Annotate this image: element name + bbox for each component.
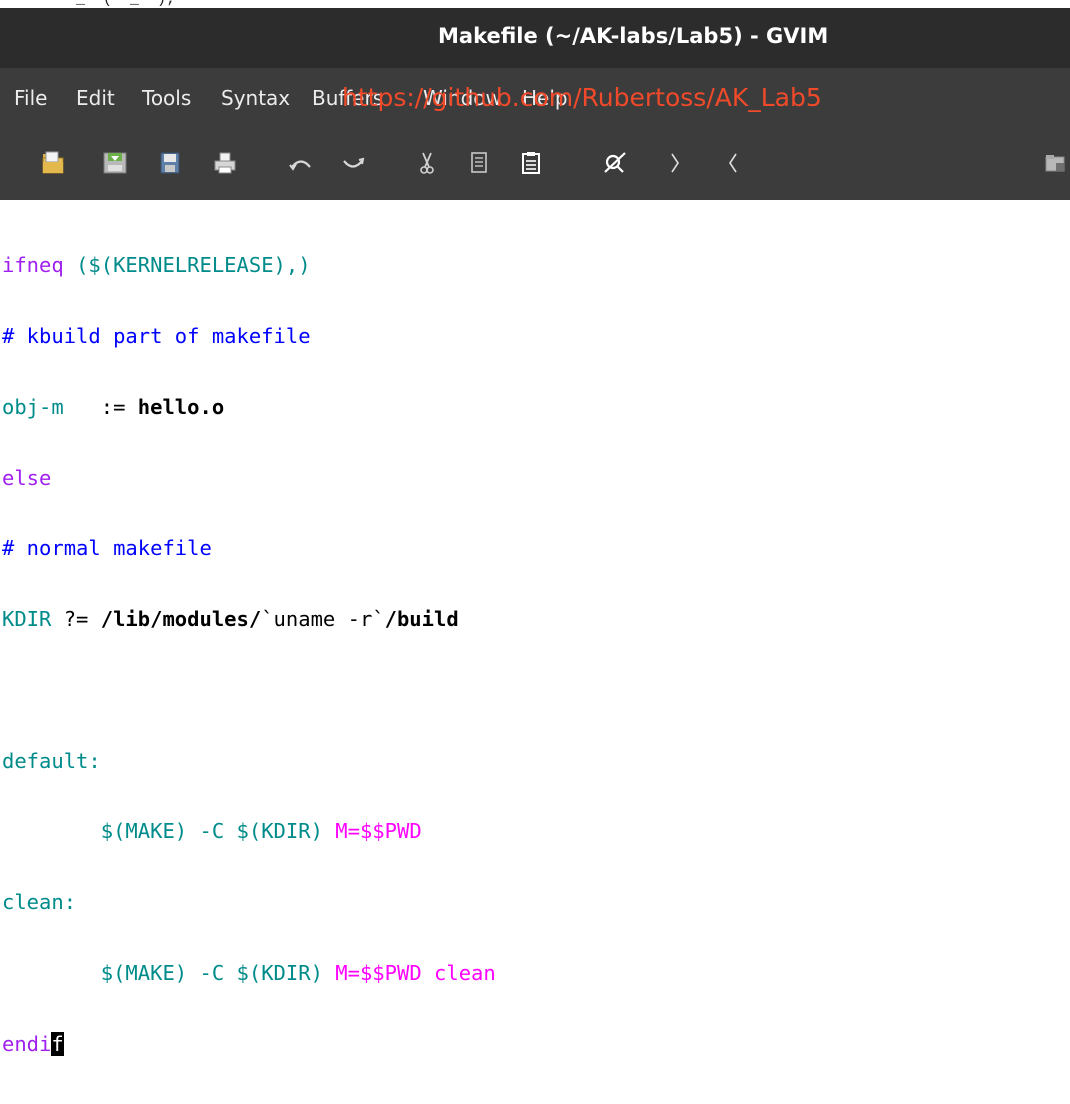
menu-help[interactable]: Help: [522, 86, 568, 110]
keyword-else: else: [2, 465, 52, 490]
target: default:: [2, 748, 101, 773]
code-line: $(MAKE) -C $(KDIR) M=$$PWD: [100, 819, 422, 844]
undo-icon: [288, 150, 314, 176]
paste-icon: [518, 150, 544, 176]
menu-tools[interactable]: Tools: [142, 86, 191, 110]
comment: # kbuild part of makefile: [2, 323, 311, 348]
print-button[interactable]: [210, 146, 240, 180]
open-icon: [40, 150, 66, 176]
menu-edit[interactable]: Edit: [76, 86, 115, 110]
save-all-icon: [157, 150, 183, 176]
open-button[interactable]: [38, 146, 68, 180]
redo-button[interactable]: [338, 146, 368, 180]
cut-button[interactable]: [412, 146, 442, 180]
special: M=$$PWD: [322, 819, 422, 844]
code-line: else: [2, 465, 496, 491]
value: /lib/modules/: [100, 607, 262, 632]
copy-button[interactable]: [464, 146, 494, 180]
toolbar: [0, 128, 1070, 200]
variable-ref: $(KDIR): [236, 961, 323, 985]
copy-icon: [466, 150, 492, 176]
identifier: KDIR: [2, 607, 52, 632]
paste-button[interactable]: [516, 146, 546, 180]
partial-top-text: _ ( _ );: [0, 0, 1070, 8]
window-title: Makefile (~/AK-labs/Lab5) - GVIM: [438, 24, 829, 48]
editor-buffer[interactable]: ifneq ($(KERNELRELEASE),) # kbuild part …: [0, 200, 1070, 1056]
save-button[interactable]: [100, 146, 130, 180]
code-line: # kbuild part of makefile: [2, 323, 496, 349]
save-icon: [102, 150, 128, 176]
save-all-button[interactable]: [155, 146, 185, 180]
code-line: default:: [2, 748, 496, 774]
load-session-icon: [1042, 150, 1068, 176]
menu-syntax[interactable]: Syntax: [221, 86, 290, 110]
comment: # normal makefile: [2, 536, 212, 561]
print-icon: [212, 150, 238, 176]
keyword-endif: endi: [2, 1031, 52, 1056]
special: M=$$PWD clean: [322, 961, 496, 985]
value: /build: [384, 607, 459, 632]
target: clean:: [2, 890, 77, 915]
code-line: KDIR ?= /lib/modules/`uname -r`/build: [2, 607, 459, 632]
undo-button[interactable]: [286, 146, 316, 180]
variable-ref: ($(KERNELRELEASE),): [76, 253, 311, 278]
code-line: ifneq ($(KERNELRELEASE),): [2, 253, 496, 278]
menu-window[interactable]: Window: [423, 86, 502, 110]
variable-ref: $(MAKE): [100, 961, 188, 985]
redo-icon: [340, 150, 366, 176]
cut-icon: [414, 150, 440, 176]
find-replace-button[interactable]: [600, 146, 630, 180]
code-line: clean:: [2, 890, 496, 915]
find-replace-icon: [602, 150, 628, 176]
load-session-button[interactable]: [1040, 146, 1070, 180]
keyword-ifneq: ifneq: [2, 253, 64, 278]
code-line: obj-m := hello.o: [2, 394, 225, 419]
partial-top-text-content: _ ( _ );: [4, 0, 175, 8]
value: hello.o: [137, 394, 225, 419]
text-cursor: f: [51, 1031, 64, 1056]
find-previous-button[interactable]: [718, 146, 748, 180]
menu-file[interactable]: File: [14, 86, 47, 110]
variable-ref: $(KDIR): [236, 819, 323, 844]
variable-ref: $(MAKE): [100, 819, 188, 844]
code-line: $(MAKE) -C $(KDIR) M=$$PWD clean: [100, 961, 496, 985]
menu-buffers[interactable]: Buffers: [312, 86, 383, 110]
find-next-button[interactable]: [660, 146, 690, 180]
menu-bar: File Edit Tools Syntax Buffers Window He…: [0, 68, 1070, 128]
shell-command: `uname -r`: [261, 607, 385, 632]
identifier: obj-m: [2, 394, 64, 419]
window-titlebar[interactable]: Makefile (~/AK-labs/Lab5) - GVIM: [0, 8, 1070, 68]
code-line: # normal makefile: [2, 537, 496, 561]
code-line: endif: [2, 1031, 496, 1057]
find-previous-icon: [720, 150, 746, 176]
find-next-icon: [662, 150, 688, 176]
